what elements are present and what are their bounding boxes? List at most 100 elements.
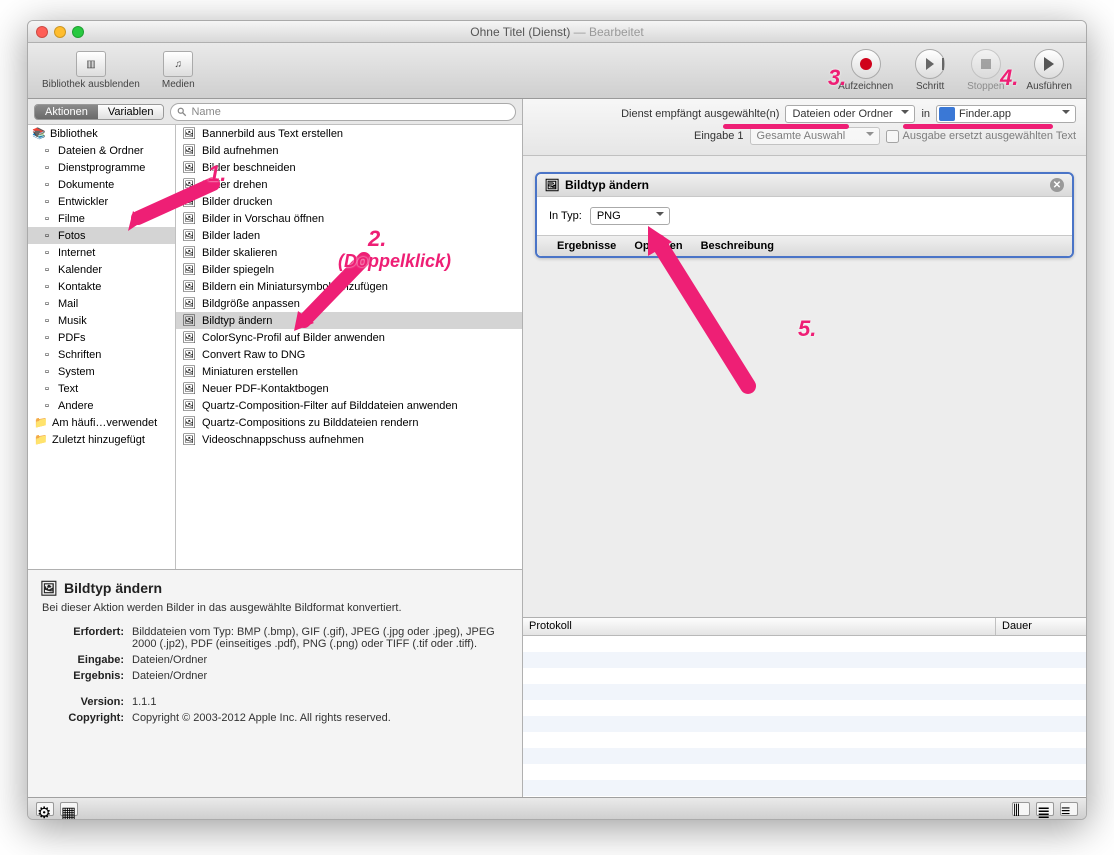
category-item[interactable]: ▫Text — [28, 380, 175, 397]
action-item[interactable]: 🖼Bilder laden — [176, 227, 522, 244]
category-icon: ▫ — [40, 297, 54, 311]
view-icon[interactable]: ▦ — [60, 802, 78, 816]
action-item[interactable]: 🖼Bild aufnehmen — [176, 142, 522, 159]
service-config-bar: Dienst empfängt ausgewählte(n) Dateien o… — [523, 99, 1086, 156]
run-button[interactable]: Ausführen — [1022, 47, 1076, 94]
category-icon: ▫ — [40, 161, 54, 175]
status-bar: ⚙ ▦ ⦀ ≣ ≡ — [28, 797, 1086, 819]
step-icon — [926, 58, 934, 70]
info-result-label: Ergebnis: — [42, 670, 124, 682]
category-item[interactable]: ▫Filme — [28, 210, 175, 227]
tab-variables[interactable]: Variablen — [98, 105, 164, 119]
workflow-canvas[interactable]: ▼ 🖼 Bildtyp ändern ✕ In Typ: PNG Ergebni… — [523, 156, 1086, 617]
record-button[interactable]: Aufzeichnen — [834, 47, 897, 94]
smart-folder-item[interactable]: 📁Am häufi…verwendet — [28, 414, 175, 431]
library-root[interactable]: ▼📚Bibliothek — [28, 125, 175, 142]
title-main: Ohne Titel — [470, 25, 525, 39]
action-item[interactable]: 🖼Bilder spiegeln — [176, 261, 522, 278]
output-replaces-input[interactable] — [886, 130, 899, 143]
category-item[interactable]: ▫Kalender — [28, 261, 175, 278]
application-popup[interactable]: Finder.app — [936, 105, 1076, 123]
media-button[interactable]: ♫ Medien — [158, 49, 199, 92]
action-item[interactable]: 🖼Bilder beschneiden — [176, 159, 522, 176]
action-close-button[interactable]: ✕ — [1050, 178, 1064, 192]
stop-label: Stoppen — [967, 81, 1004, 92]
category-item[interactable]: ▫Internet — [28, 244, 175, 261]
category-item[interactable]: ▫Dokumente — [28, 176, 175, 193]
input1-popup[interactable]: Gesamte Auswahl — [750, 127, 880, 145]
category-list[interactable]: ▼📚Bibliothek ▫Dateien & Ordner▫Dienstpro… — [28, 125, 176, 569]
action-item[interactable]: 🖼Bildgröße anpassen — [176, 295, 522, 312]
media-icon: ♫ — [163, 51, 193, 77]
category-icon: ▫ — [40, 178, 54, 192]
hide-library-label: Bibliothek ausblenden — [42, 79, 140, 90]
type-popup[interactable]: PNG — [590, 207, 670, 225]
library-tab-segmented[interactable]: Aktionen Variablen — [34, 104, 164, 120]
outline-icon[interactable]: ≡ — [1060, 802, 1078, 816]
category-item[interactable]: ▫PDFs — [28, 329, 175, 346]
category-icon: ▫ — [40, 280, 54, 294]
field-label: In Typ: — [549, 210, 582, 222]
card-tab-description[interactable]: Beschreibung — [701, 240, 774, 252]
category-item[interactable]: ▫Dienstprogramme — [28, 159, 175, 176]
category-item[interactable]: ▫Musik — [28, 312, 175, 329]
step-button[interactable]: Schritt — [911, 47, 949, 94]
action-item[interactable]: 🖼Quartz-Compositions zu Bilddateien rend… — [176, 414, 522, 431]
input1-label: Eingabe 1 — [694, 130, 744, 142]
action-info-pane: 🖼Bildtyp ändern Bei dieser Aktion werden… — [28, 569, 522, 797]
gear-icon[interactable]: ⚙ — [36, 802, 54, 816]
play-icon — [1044, 57, 1054, 71]
window-title: Ohne Titel (Dienst) — Bearbeitet — [28, 25, 1086, 39]
action-item-icon: 🖼 — [182, 314, 196, 328]
action-card-bildtyp[interactable]: ▼ 🖼 Bildtyp ändern ✕ In Typ: PNG Ergebni… — [535, 172, 1074, 258]
category-item[interactable]: ▫Kontakte — [28, 278, 175, 295]
category-icon: ▫ — [40, 331, 54, 345]
card-tab-results[interactable]: Ergebnisse — [557, 240, 616, 252]
output-replaces-checkbox[interactable]: Ausgabe ersetzt ausgewählten Text — [886, 130, 1076, 143]
service-in-label: in — [921, 108, 930, 120]
smart-folder-item[interactable]: 📁Zuletzt hinzugefügt — [28, 431, 175, 448]
info-version-value: 1.1.1 — [132, 696, 508, 708]
action-item[interactable]: 🖼Bannerbild aus Text erstellen — [176, 125, 522, 142]
action-item[interactable]: 🖼Miniaturen erstellen — [176, 363, 522, 380]
disclosure-icon[interactable]: ▼ — [545, 179, 556, 191]
columns-icon[interactable]: ⦀ — [1012, 802, 1030, 816]
finder-icon — [939, 107, 955, 121]
action-item-icon: 🖼 — [182, 195, 196, 209]
action-list[interactable]: 🖼Bannerbild aus Text erstellen🖼Bild aufn… — [176, 125, 522, 569]
category-item[interactable]: ▫System — [28, 363, 175, 380]
tab-actions[interactable]: Aktionen — [35, 105, 98, 119]
category-item[interactable]: ▫Dateien & Ordner — [28, 142, 175, 159]
list-icon[interactable]: ≣ — [1036, 802, 1054, 816]
search-placeholder: Name — [191, 106, 220, 118]
action-item[interactable]: 🖼Bilder skalieren — [176, 244, 522, 261]
category-item[interactable]: ▫Entwickler — [28, 193, 175, 210]
receives-popup[interactable]: Dateien oder Ordner — [785, 105, 915, 123]
action-item[interactable]: 🖼Bildern ein Miniatursymbol hinzufügen — [176, 278, 522, 295]
automator-window: Ohne Titel (Dienst) — Bearbeitet ▥ Bibli… — [27, 20, 1087, 820]
action-item[interactable]: 🖼Quartz-Composition-Filter auf Bilddatei… — [176, 397, 522, 414]
action-item[interactable]: 🖼Bildtyp ändern — [176, 312, 522, 329]
action-item-icon: 🖼 — [182, 144, 196, 158]
card-tab-options[interactable]: Optionen — [634, 240, 682, 252]
category-item[interactable]: ▫Mail — [28, 295, 175, 312]
record-icon — [860, 58, 872, 70]
action-item[interactable]: 🖼Bilder in Vorschau öffnen — [176, 210, 522, 227]
log-area: Protokoll Dauer — [523, 617, 1086, 797]
action-item[interactable]: 🖼Convert Raw to DNG — [176, 346, 522, 363]
category-item[interactable]: ▫Fotos — [28, 227, 175, 244]
workflow-pane: Dienst empfängt ausgewählte(n) Dateien o… — [523, 99, 1086, 797]
log-col-duration[interactable]: Dauer — [996, 618, 1086, 635]
action-item-icon: 🖼 — [182, 229, 196, 243]
action-item[interactable]: 🖼Neuer PDF-Kontaktbogen — [176, 380, 522, 397]
search-input[interactable]: Name — [170, 103, 516, 121]
category-item[interactable]: ▫Andere — [28, 397, 175, 414]
hide-library-button[interactable]: ▥ Bibliothek ausblenden — [38, 49, 144, 92]
category-item[interactable]: ▫Schriften — [28, 346, 175, 363]
action-item[interactable]: 🖼Videoschnappschuss aufnehmen — [176, 431, 522, 448]
action-item-icon: 🖼 — [182, 178, 196, 192]
action-item[interactable]: 🖼ColorSync-Profil auf Bilder anwenden — [176, 329, 522, 346]
log-col-protocol[interactable]: Protokoll — [523, 618, 996, 635]
action-item[interactable]: 🖼Bilder drucken — [176, 193, 522, 210]
action-item[interactable]: 🖼Bilder drehen — [176, 176, 522, 193]
